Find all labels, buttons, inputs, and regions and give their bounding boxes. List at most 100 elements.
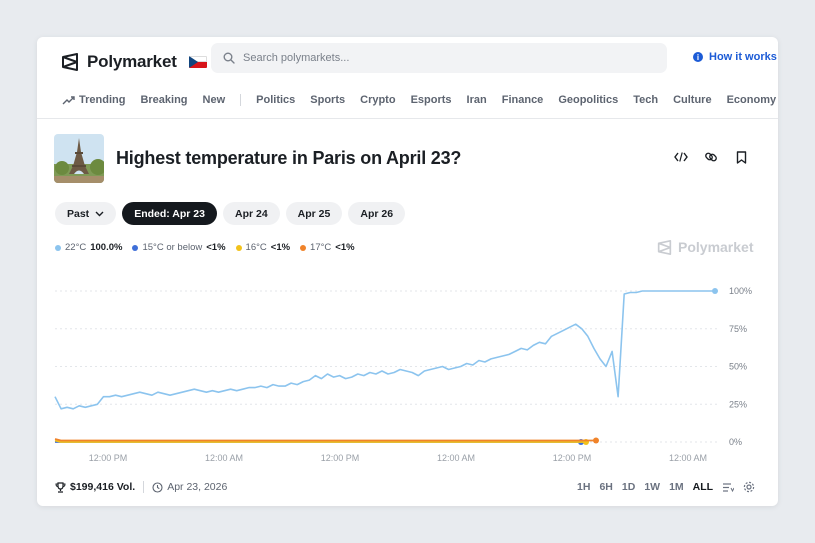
price-chart[interactable]: 100% 75% 50% 25% 0% 12:00 PM 12:00 AM 12:00 PM 1… (37, 269, 778, 469)
nav-item-breaking[interactable]: Breaking (140, 94, 187, 106)
date-pill-apr-26[interactable]: Apr 26 (348, 202, 406, 225)
past-label: Past (67, 207, 90, 220)
x-tick-label: 12:00 AM (669, 453, 707, 463)
code-icon (674, 152, 688, 162)
nav-divider (240, 94, 242, 106)
date-pill-ended-apr-23[interactable]: Ended: Apr 23 (122, 202, 217, 225)
legend-item-16c: 16°C <1% (235, 242, 291, 253)
nav-item-new[interactable]: New (203, 94, 226, 106)
x-tick-label: 12:00 AM (437, 453, 475, 463)
x-tick-label: 12:00 AM (205, 453, 243, 463)
volume-stat: $199,416 Vol. (55, 481, 135, 493)
footer-divider (143, 481, 145, 493)
filter-lines-icon[interactable] (722, 482, 735, 493)
y-tick-label: 50% (729, 362, 747, 372)
nav-item-crypto[interactable]: Crypto (360, 94, 395, 106)
link-icon (705, 152, 717, 162)
x-tick-label: 12:00 PM (553, 453, 592, 463)
embed-code-button[interactable] (674, 150, 688, 164)
legend-dot (235, 244, 242, 251)
search-bar[interactable] (211, 43, 667, 73)
nav-item-finance[interactable]: Finance (502, 94, 544, 106)
market-card: Polymarket i How it works Trending Break… (37, 37, 778, 506)
date-selector: Past Ended: Apr 23 Apr 24 Apr 25 Apr 26 (55, 202, 406, 225)
polymarket-logo-icon (62, 53, 78, 71)
eiffel-tower-image (54, 134, 104, 183)
nav-item-geopolitics[interactable]: Geopolitics (558, 94, 618, 106)
bookmark-button[interactable] (734, 150, 748, 164)
chart-legend: 22°C 100.0% 15°C or below <1% 16°C <1% 1… (55, 242, 355, 253)
trophy-icon (55, 481, 66, 493)
chart-watermark: Polymarket (657, 239, 753, 255)
trending-icon (62, 95, 75, 104)
nav-item-politics[interactable]: Politics (256, 94, 295, 106)
series-end-point (593, 437, 599, 444)
legend-label: 16°C (245, 242, 267, 253)
date-pill-apr-24[interactable]: Apr 24 (222, 202, 280, 225)
range-all[interactable]: ALL (693, 481, 713, 493)
range-1m[interactable]: 1M (669, 481, 684, 493)
range-1h[interactable]: 1H (577, 481, 590, 493)
market-tools (674, 150, 748, 164)
end-date-value: Apr 23, 2026 (167, 481, 228, 493)
legend-dot (132, 244, 139, 251)
nav-trending-label: Trending (79, 94, 126, 106)
watermark-text: Polymarket (678, 239, 754, 255)
how-it-works-link[interactable]: i How it works (693, 51, 777, 63)
legend-item-22c: 22°C 100.0% (55, 242, 122, 253)
legend-label: 15°C or below (142, 242, 203, 253)
market-title: Highest temperature in Paris on April 23… (116, 148, 462, 168)
legend-item-17c: 17°C <1% (300, 242, 355, 253)
copy-link-button[interactable] (704, 150, 718, 164)
y-tick-label: 100% (729, 286, 752, 296)
info-icon: i (693, 52, 703, 62)
y-tick-label: 25% (729, 399, 747, 409)
chevron-down-icon (95, 211, 104, 216)
legend-value: <1% (206, 242, 226, 253)
nav-item-esports[interactable]: Esports (411, 94, 452, 106)
x-tick-label: 12:00 PM (89, 453, 128, 463)
header-divider (37, 118, 778, 119)
market-thumbnail (54, 134, 104, 183)
volume-value: $199,416 Vol. (70, 481, 136, 493)
legend-dot (300, 244, 307, 251)
category-nav: Trending Breaking New Politics Sports Cr… (62, 94, 778, 106)
series-end-point (712, 288, 718, 294)
range-1d[interactable]: 1D (622, 481, 635, 493)
polymarket-watermark-icon (657, 239, 672, 255)
nav-item-culture[interactable]: Culture (673, 94, 712, 106)
search-input[interactable] (243, 52, 623, 64)
settings-gear-icon[interactable] (743, 481, 755, 493)
range-1w[interactable]: 1W (644, 481, 660, 493)
range-6h[interactable]: 6H (599, 481, 612, 493)
time-range-selector: 1H 6H 1D 1W 1M ALL (577, 481, 755, 493)
end-date: Apr 23, 2026 (152, 481, 227, 493)
brand-name: Polymarket (87, 52, 177, 71)
nav-item-sports[interactable]: Sports (310, 94, 345, 106)
czech-flag-icon[interactable] (188, 56, 207, 68)
y-tick-label: 0% (729, 437, 742, 447)
legend-label: 22°C (65, 242, 87, 253)
legend-value: <1% (335, 242, 355, 253)
nav-item-economy[interactable]: Economy (727, 94, 777, 106)
brand-logo[interactable]: Polymarket (61, 49, 207, 75)
date-pill-apr-25[interactable]: Apr 25 (285, 202, 343, 225)
x-tick-label: 12:00 PM (321, 453, 360, 463)
legend-value: <1% (270, 242, 291, 253)
past-dropdown[interactable]: Past (55, 202, 117, 225)
nav-item-iran[interactable]: Iran (467, 94, 487, 106)
clock-icon (152, 481, 163, 493)
legend-label: 17°C (310, 242, 332, 253)
nav-item-tech[interactable]: Tech (633, 94, 658, 106)
search-icon (223, 52, 235, 64)
y-tick-label: 75% (729, 324, 747, 334)
series-line-22c (54, 290, 715, 410)
chart-footer: $199,416 Vol. Apr 23, 2026 (55, 481, 227, 493)
legend-dot (55, 244, 61, 251)
series-line-17c (54, 438, 596, 442)
legend-item-15c-or-below: 15°C or below <1% (132, 242, 226, 253)
how-it-works-label: How it works (709, 51, 777, 63)
bookmark-icon (736, 150, 746, 164)
legend-value: 100.0% (90, 242, 123, 253)
nav-item-trending[interactable]: Trending (62, 94, 125, 106)
